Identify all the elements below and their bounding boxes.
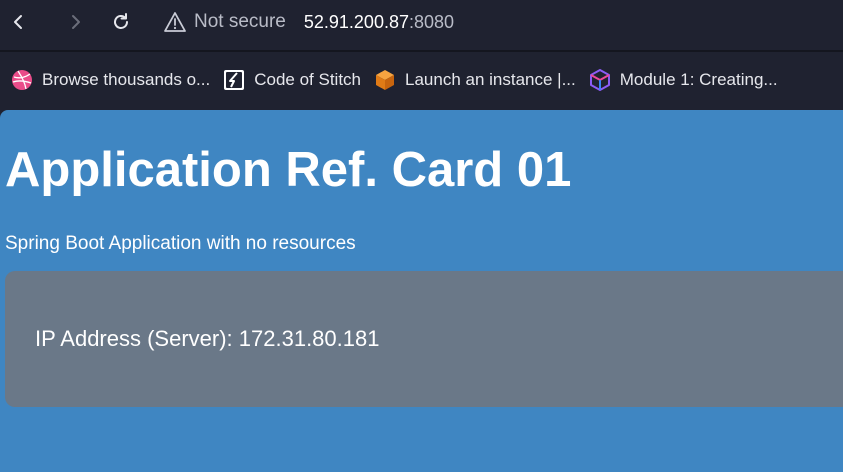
forward-button[interactable] bbox=[62, 9, 88, 35]
page-title: Application Ref. Card 01 bbox=[5, 143, 572, 197]
warning-triangle-icon[interactable] bbox=[164, 11, 186, 33]
bookmark-label: Browse thousands o... bbox=[42, 70, 211, 89]
page-content: Application Ref. Card 01 Spring Boot App… bbox=[0, 110, 843, 472]
server-info-card: IP Address (Server): 172.31.80.181 bbox=[5, 271, 843, 407]
bookmarks-bar: Browse thousands o... Code of Stitch Lau… bbox=[0, 58, 843, 102]
back-button[interactable] bbox=[6, 9, 32, 35]
dribbble-icon bbox=[10, 68, 34, 92]
reload-button[interactable] bbox=[108, 9, 134, 35]
toolbar-divider bbox=[0, 50, 843, 52]
stitch-icon bbox=[222, 68, 246, 92]
module-cube-icon bbox=[588, 68, 612, 92]
browser-toolbar: Not secure 52.91.200.87:8080 bbox=[0, 0, 843, 44]
bookmark-code-of-stitch[interactable]: Code of Stitch bbox=[222, 68, 361, 92]
bookmark-label: Module 1: Creating... bbox=[619, 70, 778, 89]
bookmark-module-1[interactable]: Module 1: Creating... bbox=[588, 68, 778, 92]
bookmark-label: Launch an instance |... bbox=[405, 70, 576, 89]
browser-chrome: Not secure 52.91.200.87:8080 Browse thou… bbox=[0, 0, 843, 110]
chevron-right-icon bbox=[72, 15, 80, 29]
chevron-left-icon bbox=[14, 15, 22, 29]
bookmark-launch-instance[interactable]: Launch an instance |... bbox=[373, 68, 576, 92]
security-status-label[interactable]: Not secure bbox=[194, 11, 286, 33]
bookmark-label: Code of Stitch bbox=[254, 70, 361, 89]
page-subtitle: Spring Boot Application with no resource… bbox=[5, 233, 356, 254]
bookmark-browse-thousands[interactable]: Browse thousands o... bbox=[10, 68, 210, 92]
aws-cube-icon bbox=[373, 68, 397, 92]
url-host: 52.91.200.87 bbox=[303, 11, 409, 32]
server-ip-address: IP Address (Server): 172.31.80.181 bbox=[35, 326, 380, 351]
reload-icon bbox=[114, 13, 128, 29]
url-port: :8080 bbox=[408, 11, 455, 32]
address-bar[interactable]: Not secure 52.91.200.87:8080 bbox=[164, 8, 454, 36]
